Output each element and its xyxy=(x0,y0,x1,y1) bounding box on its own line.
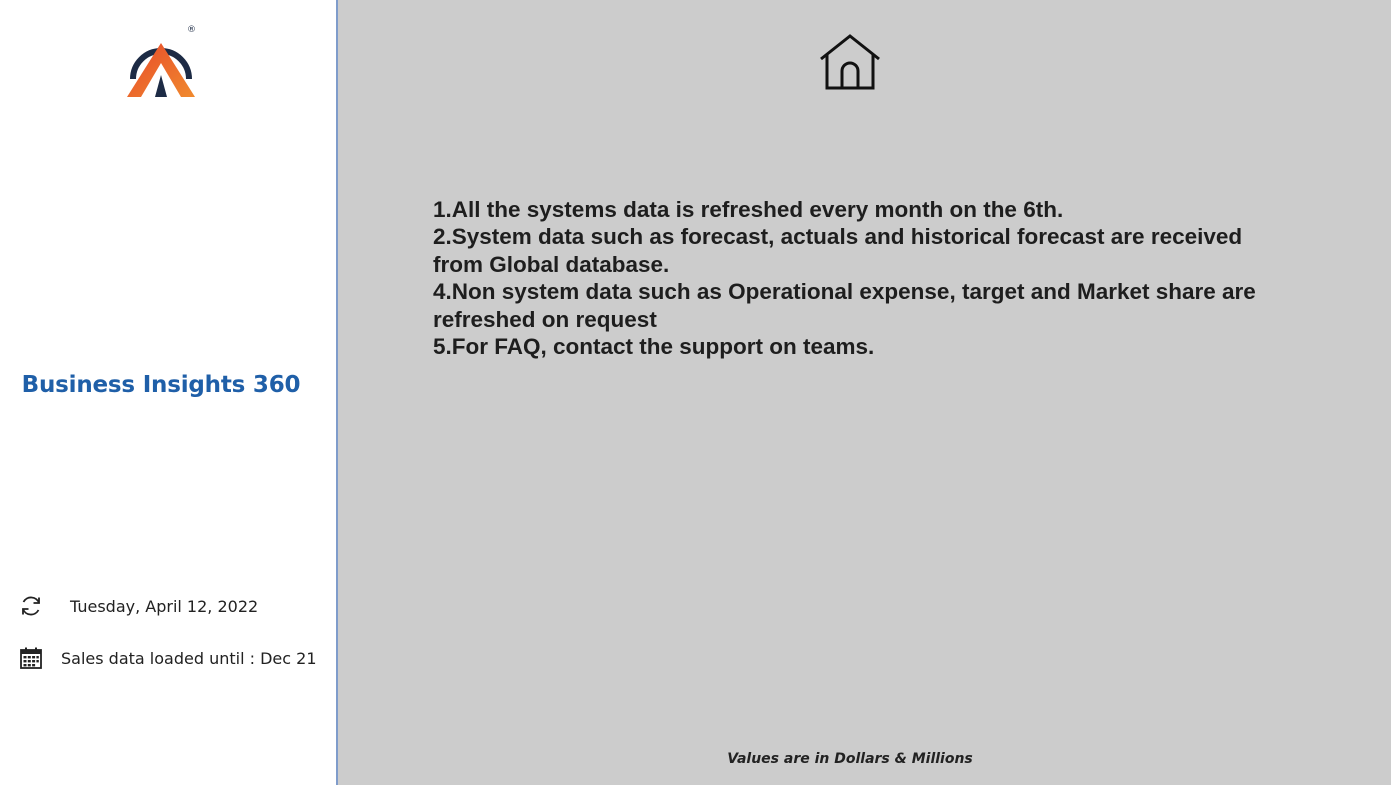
sales-loaded-row: Sales data loaded until : Dec 21 xyxy=(18,645,317,671)
sales-loaded-text: Sales data loaded until : Dec 21 xyxy=(61,648,317,668)
app-title: Business Insights 360 xyxy=(21,372,301,398)
sidebar: ® Business Insights 360 Tuesday, April 1… xyxy=(0,0,338,785)
note-item: 1.All the systems data is refreshed ever… xyxy=(433,197,1064,222)
note-item: 5.For FAQ, contact the support on teams. xyxy=(433,334,875,360)
last-refresh-date: Tuesday, April 12, 2022 xyxy=(70,596,259,616)
home-icon[interactable] xyxy=(818,33,882,91)
note-item: 4.Non system data such as Operational ex… xyxy=(433,279,1256,332)
brand-logo-icon: ® xyxy=(123,25,199,99)
units-footnote: Values are in Dollars & Millions xyxy=(727,751,973,767)
note-item: 2.System data such as forecast, actuals … xyxy=(433,224,1243,277)
page: ® Business Insights 360 Tuesday, April 1… xyxy=(0,0,1391,785)
calendar-icon xyxy=(18,645,44,671)
last-refresh-row: Tuesday, April 12, 2022 xyxy=(18,593,258,619)
refresh-icon[interactable] xyxy=(18,593,44,619)
info-notes: 1.All the systems data is refreshed ever… xyxy=(433,196,1293,360)
registered-mark: ® xyxy=(187,25,196,35)
